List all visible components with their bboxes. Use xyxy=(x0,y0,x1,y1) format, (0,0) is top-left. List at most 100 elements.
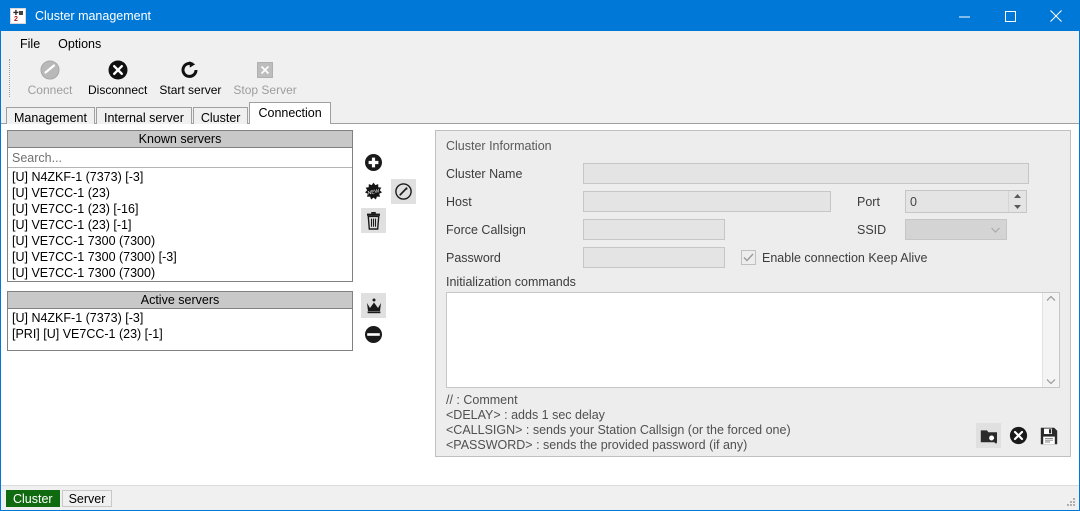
folder-search-icon xyxy=(980,429,997,443)
menu-file[interactable]: File xyxy=(11,33,49,55)
set-primary-button[interactable] xyxy=(361,293,386,318)
crown-icon xyxy=(366,298,381,313)
port-spin-arrows[interactable] xyxy=(1008,191,1026,212)
save-button[interactable] xyxy=(1036,423,1061,448)
close-icon[interactable] xyxy=(1033,1,1079,31)
keep-alive-label: Enable connection Keep Alive xyxy=(762,250,928,265)
init-commands-scrollbar[interactable] xyxy=(1042,293,1059,387)
help-line: // : Comment xyxy=(446,393,518,407)
port-stepper[interactable] xyxy=(905,190,1027,213)
known-servers-group: Known servers [U] N4ZKF-1 (7373) [-3] [U… xyxy=(7,130,424,282)
list-item[interactable]: [U] N4ZKF-1 (7373) [-3] xyxy=(9,169,352,185)
search-input[interactable] xyxy=(8,149,352,166)
panel-title: Cluster Information xyxy=(446,139,552,153)
host-row: Host Port xyxy=(446,190,1060,213)
help-line: <PASSWORD> : sends the provided password… xyxy=(446,438,748,452)
list-item[interactable]: [U] VE7CC-1 7300 (7300) [-3] xyxy=(9,249,352,265)
cluster-information-column: Cluster Information Cluster Name Host Po… xyxy=(435,130,1071,485)
password-field[interactable] xyxy=(583,247,725,268)
start-server-button[interactable]: Start server xyxy=(153,57,227,102)
active-servers-box: Active servers [U] N4ZKF-1 (7373) [-3] [… xyxy=(7,291,353,351)
disconnect-button[interactable]: Disconnect xyxy=(82,57,153,102)
known-servers-list[interactable]: [U] N4ZKF-1 (7373) [-3] [U] VE7CC-1 (23)… xyxy=(8,168,352,281)
port-label: Port xyxy=(857,194,880,209)
trash-icon xyxy=(367,211,380,230)
check-icon xyxy=(743,253,754,262)
minimize-icon[interactable] xyxy=(941,1,987,31)
stop-server-label: Stop Server xyxy=(233,83,297,97)
toolbar-grip[interactable] xyxy=(9,59,14,97)
host-field[interactable] xyxy=(583,191,831,212)
disconnect-icon xyxy=(106,58,130,82)
column-spacer xyxy=(7,282,424,291)
edit-server-button[interactable] xyxy=(391,179,416,204)
window-title: Cluster management xyxy=(35,9,152,23)
force-callsign-field[interactable] xyxy=(583,219,725,240)
refresh-icon xyxy=(178,58,202,82)
menu-options[interactable]: Options xyxy=(49,33,110,55)
panel-action-buttons xyxy=(971,423,1061,448)
tab-connection[interactable]: Connection xyxy=(249,102,331,124)
password-row: Password Enable connection Keep Alive xyxy=(446,247,1060,268)
chevron-up-icon[interactable] xyxy=(1009,191,1026,202)
list-item[interactable]: [PRI] [U] VE7CC-1 (23) [-1] xyxy=(9,326,352,342)
x-circle-icon xyxy=(1009,426,1028,445)
chevron-up-icon xyxy=(1046,295,1056,301)
list-item[interactable]: [U] VE7CC-1 (23) xyxy=(9,185,352,201)
chevron-down-icon xyxy=(1046,379,1056,385)
servers-column: Known servers [U] N4ZKF-1 (7373) [-3] [U… xyxy=(7,129,424,485)
list-item[interactable]: [U] N4ZKF-1 (7373) [-3] xyxy=(9,310,352,326)
remove-active-button[interactable] xyxy=(361,322,386,347)
init-commands-label: Initialization commands xyxy=(446,275,576,289)
cluster-name-label: Cluster Name xyxy=(446,166,523,181)
list-item[interactable]: [U] VE7CC-1 7300 (7300) xyxy=(9,265,352,281)
tab-management[interactable]: Management xyxy=(6,107,95,125)
cluster-name-row: Cluster Name xyxy=(446,163,1060,184)
connect-label: Connect xyxy=(27,83,73,97)
add-server-button[interactable] xyxy=(361,150,386,175)
tab-cluster[interactable]: Cluster xyxy=(192,107,249,125)
connect-icon xyxy=(38,58,62,82)
keep-alive-checkbox[interactable]: Enable connection Keep Alive xyxy=(741,250,927,265)
help-line: <CALLSIGN> : sends your Station Callsign… xyxy=(446,423,791,437)
title-bar: ✚ 2 Cluster management xyxy=(1,1,1079,31)
active-servers-group: Active servers [U] N4ZKF-1 (7373) [-3] [… xyxy=(7,291,424,351)
resize-grip-icon[interactable] xyxy=(1064,495,1076,507)
known-servers-header: Known servers xyxy=(8,131,352,148)
delete-server-button[interactable] xyxy=(361,208,386,233)
window-controls xyxy=(941,1,1079,31)
list-item[interactable]: [U] VE7CC-1 (23) [-16] xyxy=(9,201,352,217)
ssid-dropdown[interactable] xyxy=(905,219,1007,240)
status-cell-server[interactable]: Server xyxy=(61,489,113,507)
browse-file-button[interactable] xyxy=(976,423,1001,448)
known-servers-box: Known servers [U] N4ZKF-1 (7373) [-3] [U… xyxy=(7,130,353,282)
stop-server-button[interactable]: Stop Server xyxy=(227,57,302,102)
tab-internal-server[interactable]: Internal server xyxy=(95,107,192,125)
host-label: Host xyxy=(446,194,472,209)
connect-button[interactable]: Connect xyxy=(18,57,82,102)
init-commands-help: // : Comment <DELAY> : adds 1 sec delay … xyxy=(446,393,1060,453)
force-callsign-row: Force Callsign SSID xyxy=(446,219,1060,240)
active-servers-list[interactable]: [U] N4ZKF-1 (7373) [-3] [PRI] [U] VE7CC-… xyxy=(8,309,352,350)
list-item[interactable]: [U] VE7CC-1 7300 (7300) xyxy=(9,233,352,249)
checkbox-box[interactable] xyxy=(741,250,756,265)
status-bar: Cluster Server xyxy=(1,485,1079,510)
menu-bar: File Options xyxy=(1,31,1079,57)
list-item[interactable]: [U] VE7CC-1 (23) [-1] xyxy=(9,217,352,233)
active-servers-buttons xyxy=(353,291,424,351)
chevron-down-icon xyxy=(991,227,1000,233)
cluster-information-panel: Cluster Information Cluster Name Host Po… xyxy=(435,130,1071,457)
maximize-icon[interactable] xyxy=(987,1,1033,31)
clear-button[interactable] xyxy=(1006,423,1031,448)
cluster-app-icon: ✚ 2 xyxy=(10,8,26,24)
toolbar: Connect Disconnect Start server Stop Ser… xyxy=(1,57,1079,102)
stop-icon xyxy=(253,58,277,82)
new-server-button[interactable]: NEW xyxy=(361,179,386,204)
port-field[interactable] xyxy=(906,191,1008,212)
chevron-down-icon[interactable] xyxy=(1009,202,1026,213)
help-line: <DELAY> : adds 1 sec delay xyxy=(446,408,605,422)
status-cell-cluster[interactable]: Cluster xyxy=(6,489,60,507)
cluster-name-field[interactable] xyxy=(583,163,1029,184)
init-commands-textarea[interactable] xyxy=(447,293,1042,387)
new-badge-icon: NEW xyxy=(365,182,382,200)
